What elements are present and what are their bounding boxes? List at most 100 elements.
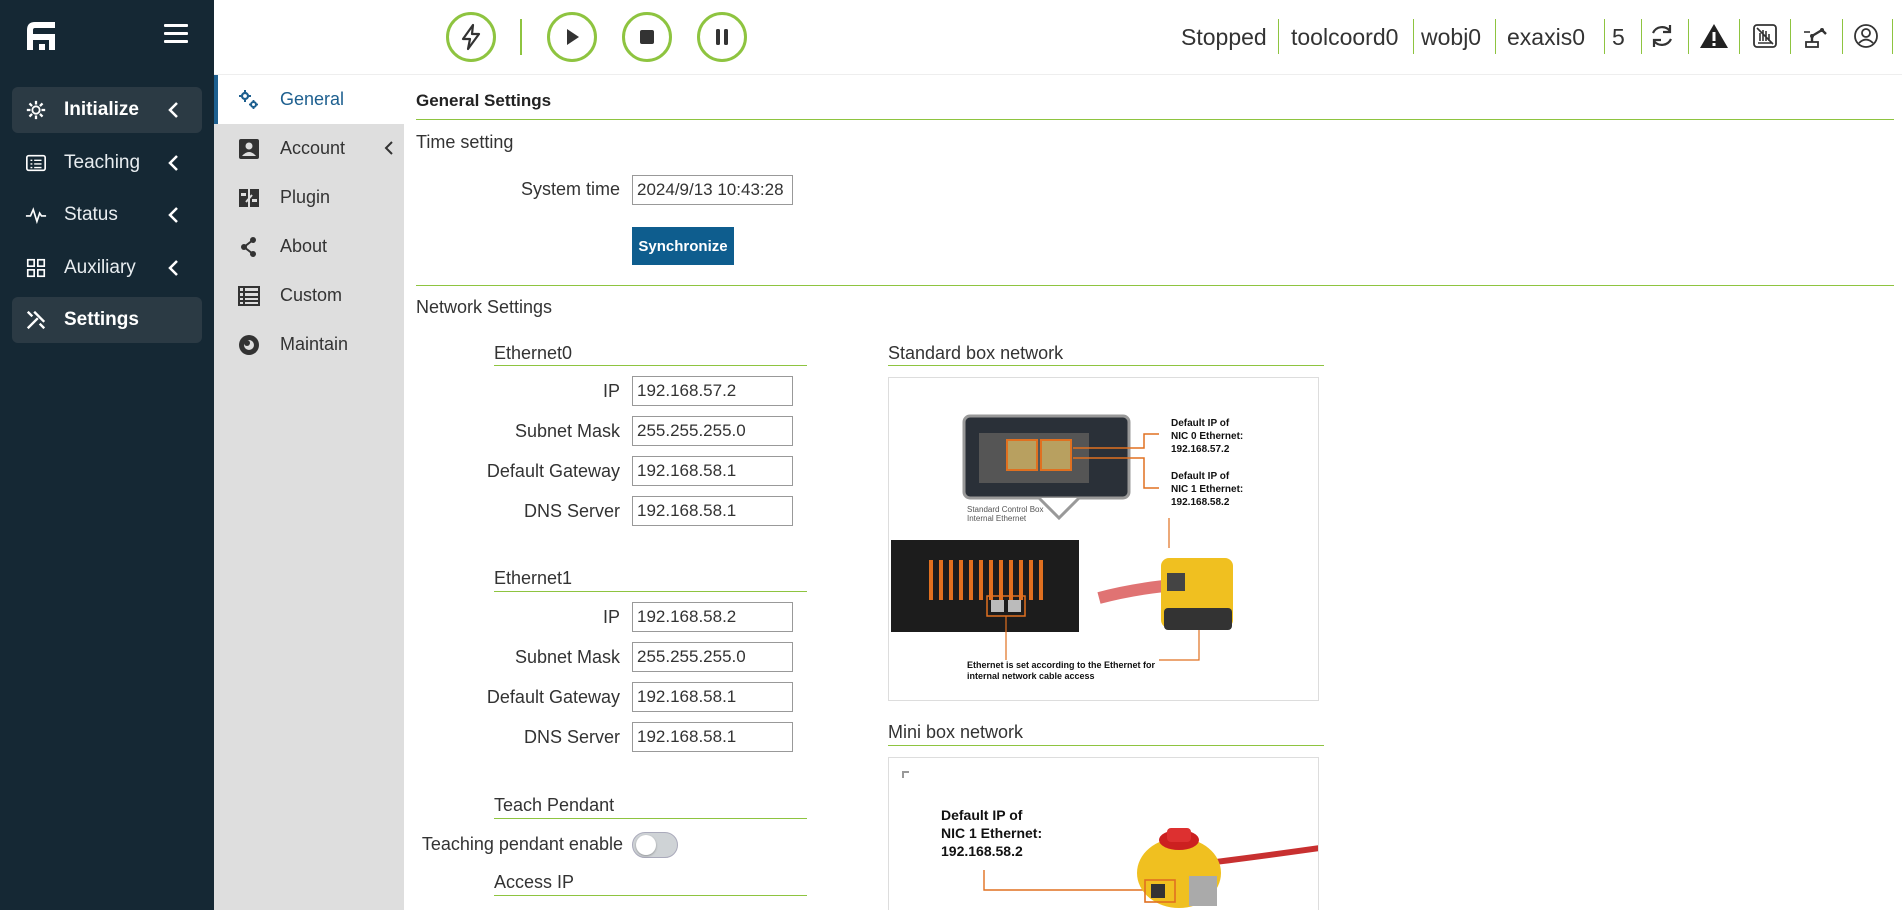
sidebar-item-status[interactable]: Status xyxy=(12,192,202,238)
eth0-ip-input[interactable] xyxy=(632,376,793,406)
subnav-item-general[interactable]: General xyxy=(214,75,404,124)
eth0-gateway-label: Default Gateway xyxy=(486,461,620,481)
chevron-left-icon xyxy=(164,205,184,225)
status-divider xyxy=(1842,19,1843,54)
menu-toggle-icon[interactable] xyxy=(164,24,188,44)
wobj-select[interactable]: wobj0 xyxy=(1421,22,1481,52)
main-sidebar: Initialize Teaching Status Auxiliary Set… xyxy=(0,0,214,910)
subnav-item-maintain[interactable]: Maintain xyxy=(214,320,404,369)
status-divider xyxy=(1739,19,1740,54)
svg-text:192.168.58.2: 192.168.58.2 xyxy=(941,843,1023,859)
refresh-icon[interactable] xyxy=(1646,20,1678,52)
subnav-item-plugin[interactable]: Plugin xyxy=(214,173,404,222)
sidebar-item-label: Status xyxy=(64,204,118,225)
sidebar-item-settings[interactable]: Settings xyxy=(12,297,202,343)
list-icon xyxy=(24,151,48,175)
chevron-left-icon xyxy=(164,258,184,278)
system-time-label: System time xyxy=(520,179,620,199)
eth1-mask-label: Subnet Mask xyxy=(514,647,620,667)
eth0-ip-label: IP xyxy=(602,381,620,401)
svg-text:Ethernet is set according to t: Ethernet is set according to the Etherne… xyxy=(967,660,1156,670)
exaxis-select[interactable]: exaxis0 xyxy=(1507,22,1585,52)
pendant-enable-toggle[interactable] xyxy=(632,832,678,858)
teach-pendant-title: Teach Pendant xyxy=(494,795,615,815)
gears-icon xyxy=(238,89,260,111)
svg-text:internal network cable access: internal network cable access xyxy=(967,671,1095,681)
robot-state: Stopped xyxy=(1181,24,1267,50)
pause-button[interactable] xyxy=(697,12,747,62)
grid-icon xyxy=(24,256,48,280)
eth1-gateway-input[interactable] xyxy=(632,682,793,712)
eth1-gateway-label: Default Gateway xyxy=(486,687,620,707)
stop-icon xyxy=(640,30,654,44)
enable-button[interactable] xyxy=(446,12,496,62)
mini-box-title: Mini box network xyxy=(888,722,1024,742)
general-settings-panel: General Settings Time setting System tim… xyxy=(404,75,1902,910)
chevron-left-icon xyxy=(382,140,396,156)
sidebar-item-label: Initialize xyxy=(64,99,139,120)
subnav-item-label: General xyxy=(280,89,345,109)
plugin-icon xyxy=(238,187,260,209)
svg-text:NIC 1 Ethernet:: NIC 1 Ethernet: xyxy=(1171,484,1243,495)
eth0-mask-input[interactable] xyxy=(632,416,793,446)
svg-text:Standard Control Box: Standard Control Box xyxy=(967,505,1044,514)
svg-text:NIC 1 Ethernet:: NIC 1 Ethernet: xyxy=(941,825,1042,841)
subnav-item-label: Maintain xyxy=(280,334,349,354)
subnav-item-custom[interactable]: Custom xyxy=(214,271,404,320)
sidebar-item-teaching[interactable]: Teaching xyxy=(12,140,202,186)
disc-icon xyxy=(238,334,260,356)
table-icon xyxy=(238,285,260,307)
sidebar-item-initialize[interactable]: Initialize xyxy=(12,87,202,133)
ethernet1-title: Ethernet1 xyxy=(494,568,573,588)
play-icon xyxy=(567,29,579,45)
status-divider xyxy=(1790,19,1791,54)
stop-button[interactable] xyxy=(622,12,672,62)
divider xyxy=(494,818,807,819)
divider xyxy=(888,365,1324,366)
synchronize-button[interactable]: Synchronize xyxy=(632,227,734,265)
robot-arm-icon[interactable] xyxy=(1800,20,1832,52)
status-divider xyxy=(1892,19,1893,54)
pulse-icon xyxy=(24,203,48,227)
eth1-ip-label: IP xyxy=(602,607,620,627)
logo-icon xyxy=(23,18,59,54)
divider xyxy=(416,119,1894,120)
svg-text:Internal Ethernet: Internal Ethernet xyxy=(967,514,1027,523)
status-divider xyxy=(1278,19,1279,54)
subnav-item-label: Custom xyxy=(280,285,343,305)
pendant-enable-label: Teaching pendant enable xyxy=(421,834,623,854)
divider xyxy=(416,285,1894,286)
subnav-item-label: Plugin xyxy=(280,187,331,207)
eth0-dns-input[interactable] xyxy=(632,496,793,526)
user-profile-icon[interactable] xyxy=(1850,20,1882,52)
play-button[interactable] xyxy=(547,12,597,62)
divider xyxy=(494,591,807,592)
warning-icon[interactable] xyxy=(1698,20,1730,52)
lightning-icon xyxy=(461,23,481,51)
subnav-item-account[interactable]: Account xyxy=(214,124,404,173)
sidebar-item-auxiliary[interactable]: Auxiliary xyxy=(12,245,202,291)
network-settings-title: Network Settings xyxy=(416,297,553,317)
standard-box-title: Standard box network xyxy=(888,343,1064,363)
access-ip-title: Access IP xyxy=(494,872,575,892)
status-divider xyxy=(1641,19,1642,54)
eth0-dns-label: DNS Server xyxy=(523,501,620,521)
speed-value[interactable]: 5 xyxy=(1612,22,1625,52)
tool-coord-select[interactable]: toolcoord0 xyxy=(1291,22,1398,52)
hand-guide-icon[interactable] xyxy=(1749,20,1781,52)
toolbar-divider xyxy=(520,19,522,55)
chevron-left-icon xyxy=(164,153,184,173)
ethernet0-title: Ethernet0 xyxy=(494,343,573,363)
eth1-ip-input[interactable] xyxy=(632,602,793,632)
eth1-dns-input[interactable] xyxy=(632,722,793,752)
pause-icon xyxy=(716,29,728,45)
svg-text:192.168.57.2: 192.168.57.2 xyxy=(1171,444,1230,455)
sidebar-item-label: Teaching xyxy=(64,152,141,173)
status-divider xyxy=(1604,19,1605,54)
eth1-mask-input[interactable] xyxy=(632,642,793,672)
system-time-input[interactable] xyxy=(632,175,793,205)
gear-icon xyxy=(24,98,48,122)
subnav-item-about[interactable]: About xyxy=(214,222,404,271)
eth0-gateway-input[interactable] xyxy=(632,456,793,486)
chevron-left-icon xyxy=(164,100,184,120)
